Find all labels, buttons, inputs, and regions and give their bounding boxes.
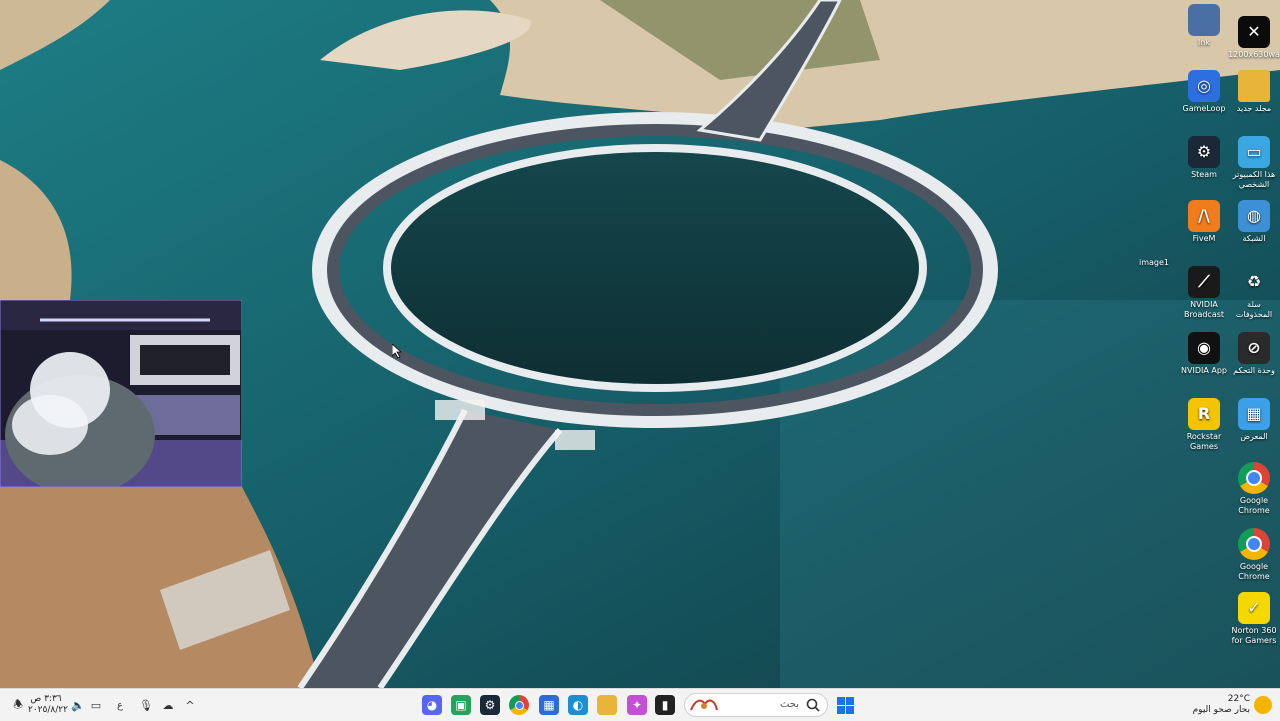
- chevron-up-icon[interactable]: ^: [182, 697, 198, 713]
- clock-date: ٢٠٢٥/٨/٢٢: [28, 705, 68, 715]
- windows-logo-icon: [835, 695, 855, 715]
- gameloop-icon: ◎: [1188, 70, 1220, 102]
- steam-icon: ⚙: [480, 695, 500, 715]
- taskbar-clock[interactable]: ٣:٣٦ ص ٢٠٢٥/٨/٢٢: [28, 694, 68, 716]
- desktop-icon-image1[interactable]: image1: [1128, 224, 1180, 268]
- desktop-icon-lnk[interactable]: lnk: [1178, 4, 1230, 48]
- chat-app-icon: ▣: [451, 695, 471, 715]
- desktop-icon-label: هذا الكمبيوتر الشخصي: [1232, 170, 1276, 189]
- desktop-icon-label: Google Chrome: [1238, 562, 1270, 581]
- desktop-icon-control[interactable]: ⊘ وحدة التحكم: [1228, 332, 1280, 376]
- norton-icon: ✓: [1238, 592, 1270, 624]
- taskbar-app-black[interactable]: ▮: [654, 694, 676, 716]
- webcam-overlay: [0, 300, 242, 487]
- desktop-icon-label: Norton 360 for Gamers: [1231, 626, 1277, 645]
- desktop-icon-label: وحدة التحكم: [1233, 366, 1275, 375]
- desktop-icon-label: الشبكة: [1242, 234, 1266, 243]
- fivem-icon: /\: [1188, 200, 1220, 232]
- notification-bell-icon[interactable]: 🕭: [10, 697, 26, 713]
- gallery-icon: ▦: [1238, 398, 1270, 430]
- language-indicator[interactable]: ع: [112, 697, 128, 713]
- desktop-icon-label: FiveM: [1192, 234, 1216, 243]
- folder-icon: [597, 695, 617, 715]
- mouse-cursor-icon: [392, 344, 402, 358]
- taskbar-steam[interactable]: ⚙: [479, 694, 501, 716]
- nvidia-app-icon: ◉: [1188, 332, 1220, 364]
- weather-sun-icon[interactable]: [1254, 696, 1272, 714]
- search-box[interactable]: بحث: [684, 693, 828, 717]
- desktop-icon-this-pc[interactable]: ▭ هذا الكمبيوتر الشخصي: [1228, 136, 1280, 190]
- desktop-icon-chrome-2[interactable]: Google Chrome: [1228, 528, 1280, 582]
- taskbar-discord[interactable]: ◕: [421, 694, 443, 716]
- network-status-icon[interactable]: ▭: [88, 697, 104, 713]
- desktop-icon-steam[interactable]: ⚙ Steam: [1178, 136, 1230, 180]
- desktop-icon-network[interactable]: ◍ الشبكة: [1228, 200, 1280, 244]
- control-panel-icon: ⊘: [1238, 332, 1270, 364]
- taskbar-edge[interactable]: ◐: [567, 694, 589, 716]
- speaker-icon[interactable]: 🔈: [70, 697, 86, 713]
- discord-icon: ◕: [422, 695, 442, 715]
- nvidia-broadcast-icon: ⟋: [1188, 266, 1220, 298]
- desktop-icon-fivem[interactable]: /\ FiveM: [1178, 200, 1230, 244]
- search-highlight-icon: [690, 699, 718, 711]
- microphone-icon[interactable]: 🎙: [138, 697, 154, 713]
- computer-icon: ▭: [1238, 136, 1270, 168]
- desktop-icon-chrome-1[interactable]: Google Chrome: [1228, 462, 1280, 516]
- desktop-icon-label: NVIDIA Broadcast: [1183, 300, 1225, 319]
- desktop-icon-label: NVIDIA App: [1181, 366, 1227, 375]
- desktop-icon-label: lnk: [1198, 38, 1210, 47]
- desktop-icon-rockstar[interactable]: R Rockstar Games: [1178, 398, 1230, 452]
- desktop-icon-gameloop[interactable]: ◎ GameLoop: [1178, 70, 1230, 114]
- rockstar-icon: R: [1188, 398, 1220, 430]
- desktop-icon-recycle[interactable]: ♻ سلة المحذوفات: [1228, 266, 1280, 320]
- desktop-icon-label: المعرض: [1240, 432, 1268, 441]
- onedrive-icon[interactable]: ☁: [160, 697, 176, 713]
- recycle-bin-icon: ♻: [1246, 272, 1262, 291]
- weather-temp: 22°C: [1227, 694, 1250, 704]
- folder-icon: [1238, 70, 1270, 102]
- taskbar: 🕭 ٣:٣٦ ص ٢٠٢٥/٨/٢٢ 🔈 ▭ ع 🎙 ☁ ^ ◕ ▣ ⚙ ▦ ◐ ✦ ▮ ب…: [0, 688, 1280, 721]
- desktop-icon-label: Rockstar Games: [1186, 432, 1222, 451]
- edge-icon: ◐: [568, 695, 588, 715]
- taskbar-explorer[interactable]: [596, 694, 618, 716]
- steam-icon: ⚙: [1188, 136, 1220, 168]
- desktop-icon-label: مجلد جديد: [1236, 104, 1272, 113]
- app-icon: ▮: [655, 695, 675, 715]
- search-placeholder: بحث: [779, 699, 799, 710]
- image-file-icon: [1138, 224, 1170, 256]
- desktop-icon-nv-broadcast[interactable]: ⟋ NVIDIA Broadcast: [1178, 266, 1230, 320]
- network-icon: ◍: [1238, 200, 1270, 232]
- game-shortcut-icon: [1188, 4, 1220, 36]
- desktop-icon-screenshot[interactable]: ✕ 1200x630wa: [1228, 16, 1280, 60]
- desktop-icon-norton[interactable]: ✓ Norton 360 for Gamers: [1228, 592, 1280, 646]
- search-icon: [806, 698, 820, 712]
- start-button[interactable]: [834, 694, 856, 716]
- taskbar-store[interactable]: ▦: [538, 694, 560, 716]
- chrome-icon: [1238, 528, 1270, 560]
- desktop-icon-label: Steam: [1191, 170, 1217, 179]
- taskbar-copilot[interactable]: ✦: [626, 694, 648, 716]
- clock-time: ٣:٣٦ ص: [30, 694, 62, 704]
- copilot-icon: ✦: [627, 695, 647, 715]
- image-file-icon: ✕: [1238, 16, 1270, 48]
- desktop-icon-nv-app[interactable]: ◉ NVIDIA App: [1178, 332, 1230, 376]
- desktop-icon-label: 1200x630wa: [1228, 50, 1280, 59]
- taskbar-whatsapp[interactable]: ▣: [450, 694, 472, 716]
- webcam-feed: [0, 300, 242, 487]
- weather-widget[interactable]: 22°C بحار صحو اليوم: [1130, 694, 1250, 716]
- desktop-icon-folder[interactable]: مجلد جديد: [1228, 70, 1280, 114]
- desktop-icon-label: سلة المحذوفات: [1235, 300, 1273, 319]
- desktop-icon-label: GameLoop: [1182, 104, 1226, 113]
- store-icon: ▦: [539, 695, 559, 715]
- desktop-icon-label: Google Chrome: [1238, 496, 1270, 515]
- chrome-icon: [509, 695, 529, 715]
- weather-desc: بحار صحو اليوم: [1192, 705, 1250, 715]
- chrome-icon: [1238, 462, 1270, 494]
- desktop-icon-gallery[interactable]: ▦ المعرض: [1228, 398, 1280, 442]
- desktop-icon-label: image1: [1138, 258, 1169, 267]
- taskbar-chrome[interactable]: [508, 694, 530, 716]
